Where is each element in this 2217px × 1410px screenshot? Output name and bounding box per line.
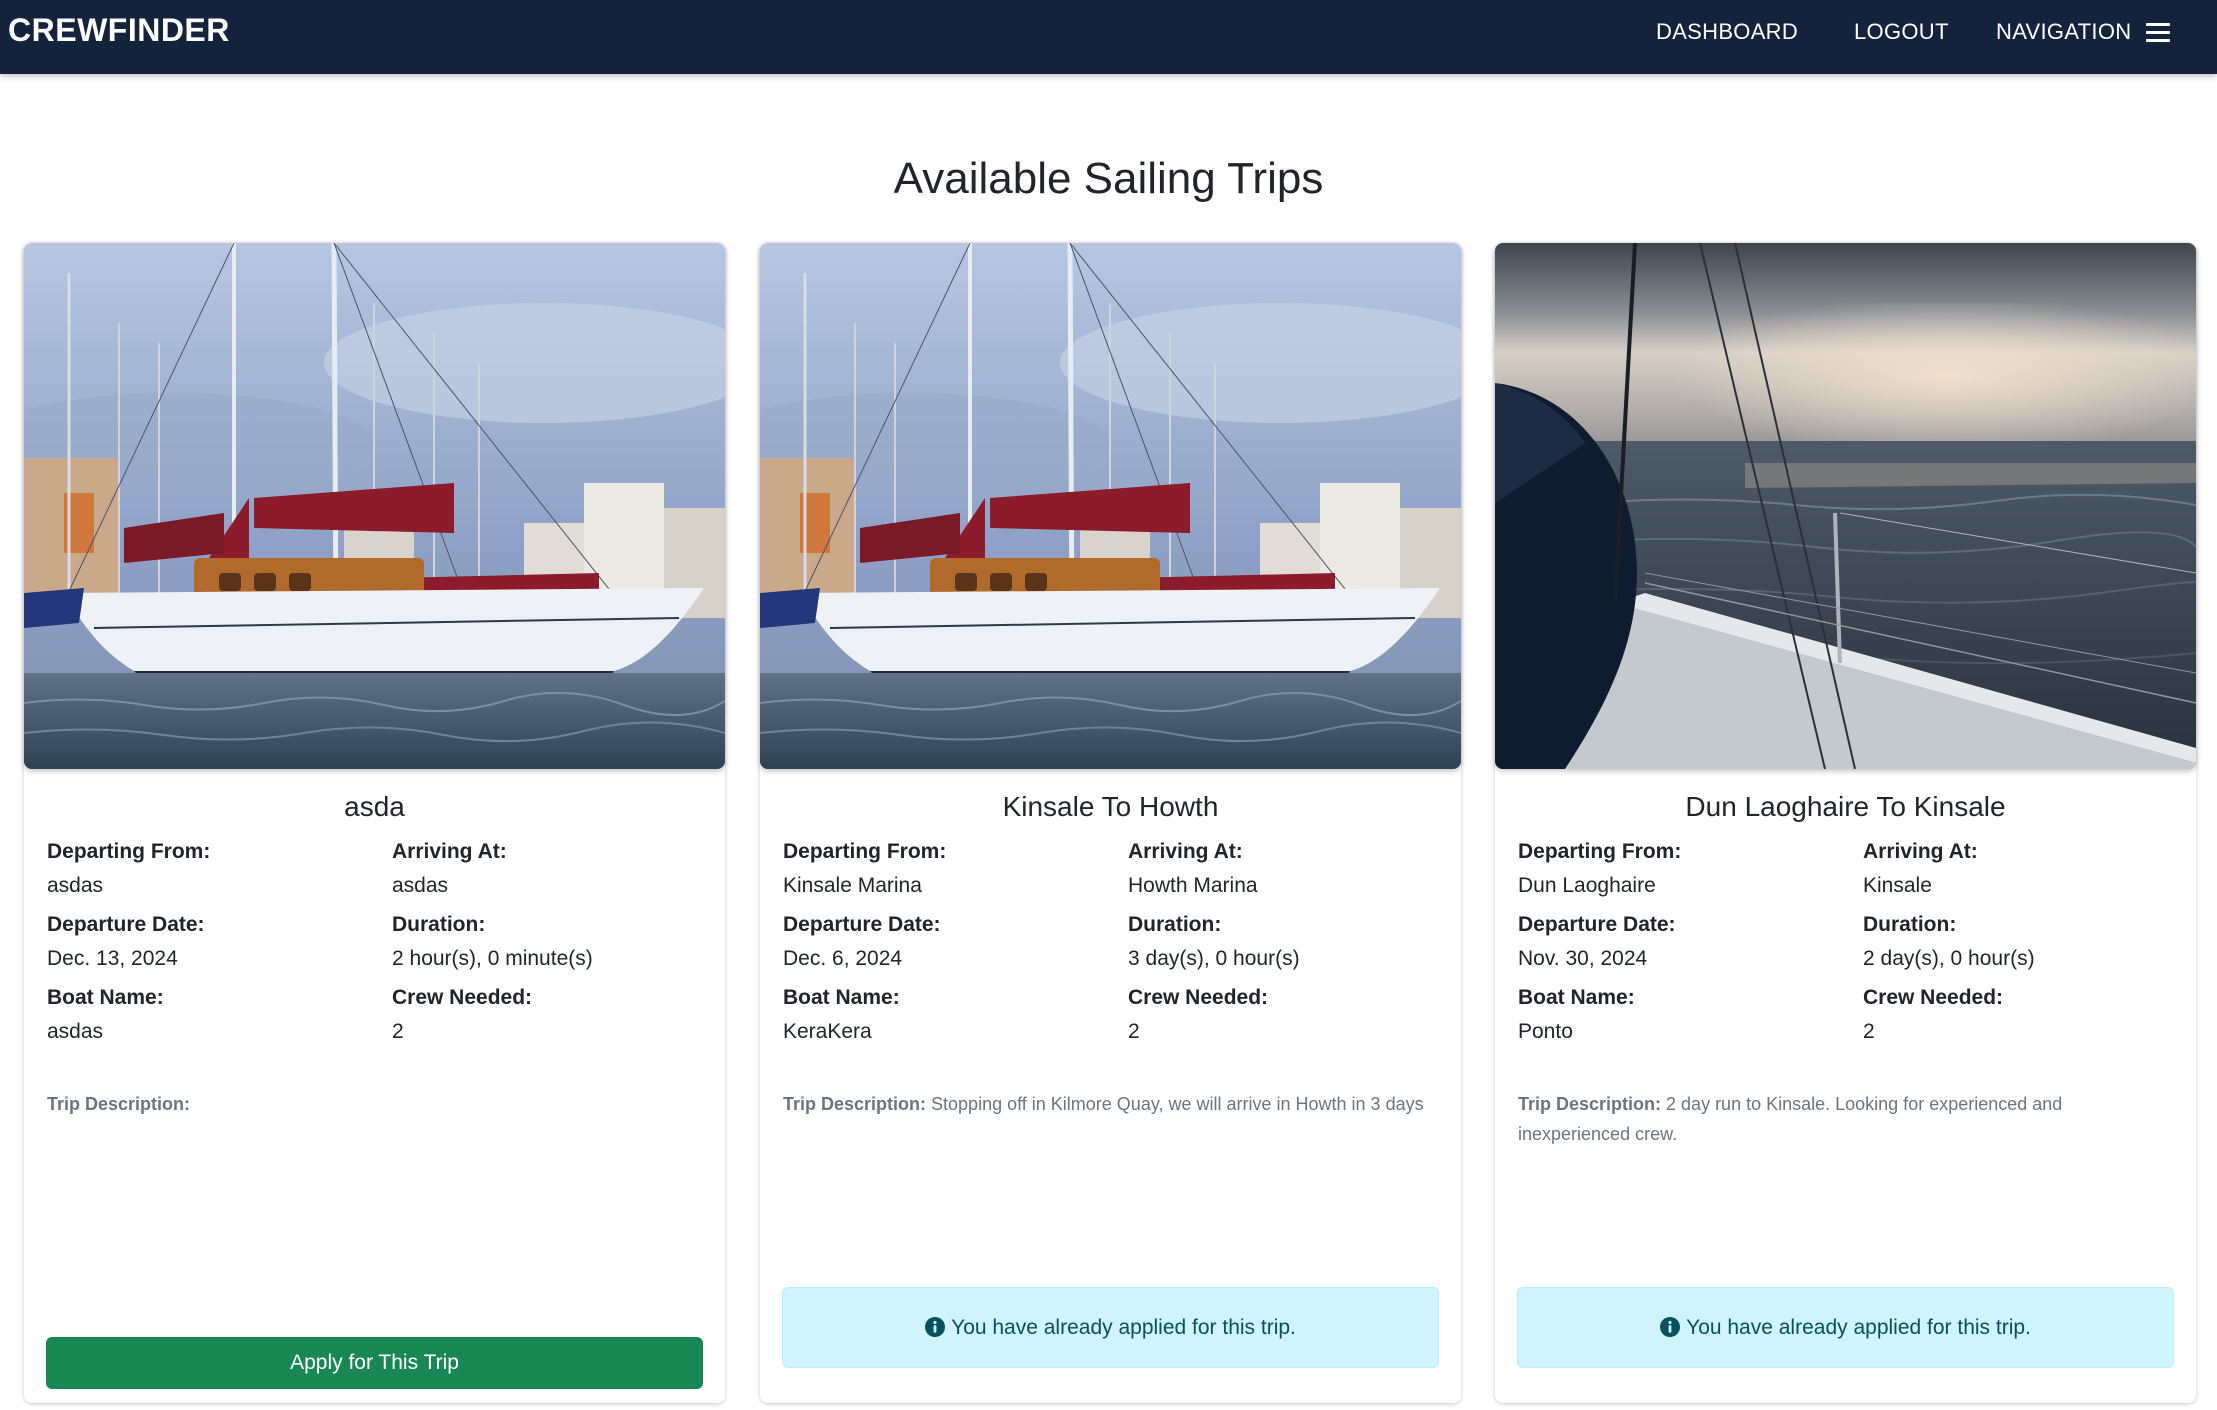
trip-title: Dun Laoghaire To Kinsale (1685, 791, 2006, 822)
info-circle-icon (1660, 1317, 1681, 1337)
apply-for-trip-button[interactable]: Apply for This Trip (46, 1337, 703, 1389)
trip-description-label: Trip Description: (1518, 1094, 1662, 1114)
crew-needed-value: 2 (1863, 1020, 1875, 1043)
trip-description: Trip Description: (47, 1089, 702, 1119)
already-applied-text: You have already applied for this trip. (1686, 1316, 2031, 1339)
crew-needed-label: Crew Needed: (1128, 986, 1269, 1009)
page-title: Available Sailing Trips (893, 154, 1324, 203)
departure-date-value: Nov. 30, 2024 (1518, 947, 1648, 970)
boat-name-label: Boat Name: (783, 986, 900, 1009)
crew-needed-label: Crew Needed: (392, 986, 533, 1009)
crew-needed-value: 2 (1128, 1020, 1140, 1043)
already-applied-alert: You have already applied for this trip. (782, 1287, 1439, 1368)
departure-date-value: Dec. 6, 2024 (783, 947, 903, 970)
duration-label: Duration: (1863, 913, 1957, 936)
sailboat-in-marina-photo (760, 243, 1461, 769)
trip-description-label: Trip Description: (47, 1094, 191, 1114)
already-applied-alert: You have already applied for this trip. (1517, 1287, 2174, 1368)
departure-date-label: Departure Date: (1518, 913, 1676, 936)
departing-from-value: Dun Laoghaire (1518, 874, 1656, 897)
trip-card: asda Departing From: asdas Arriving At: … (24, 243, 725, 1403)
nav-link-logout[interactable]: LOGOUT (1854, 19, 1949, 45)
trip-description-text: Stopping off in Kilmore Quay, we will ar… (931, 1094, 1424, 1114)
crew-needed-label: Crew Needed: (1863, 986, 2004, 1009)
arriving-at-label: Arriving At: (392, 840, 507, 863)
boat-name-value: KeraKera (783, 1020, 872, 1043)
departing-from-value: Kinsale Marina (783, 874, 922, 897)
arriving-at-value: Kinsale (1863, 874, 1932, 897)
trip-card: Kinsale To Howth Departing From: Kinsale… (760, 243, 1461, 1403)
trip-card: Dun Laoghaire To Kinsale Departing From:… (1495, 243, 2196, 1403)
hamburger-menu-icon[interactable] (2146, 23, 2170, 42)
brand-logo-link[interactable]: CREWFINDER (8, 12, 230, 49)
arriving-at-label: Arriving At: (1863, 840, 1978, 863)
duration-value: 3 day(s), 0 hour(s) (1128, 947, 1300, 970)
boat-name-value: asdas (47, 1020, 104, 1043)
nav-link-dashboard[interactable]: DASHBOARD (1656, 19, 1798, 45)
departing-from-label: Departing From: (47, 840, 211, 863)
duration-label: Duration: (1128, 913, 1222, 936)
already-applied-text: You have already applied for this trip. (951, 1316, 1296, 1339)
departing-from-label: Departing From: (1518, 840, 1682, 863)
arriving-at-value: asdas (392, 874, 449, 897)
trip-title: Kinsale To Howth (1002, 791, 1219, 822)
nav-link-navigation[interactable]: NAVIGATION (1996, 19, 2131, 45)
sailboat-in-marina-photo (24, 243, 725, 769)
trip-description: Trip Description: Stopping off in Kilmor… (783, 1089, 1438, 1119)
duration-value: 2 day(s), 0 hour(s) (1863, 947, 2035, 970)
trip-title: asda (344, 791, 405, 822)
info-circle-icon (925, 1317, 946, 1337)
trip-description: Trip Description: 2 day run to Kinsale. … (1518, 1089, 2173, 1149)
boat-name-label: Boat Name: (1518, 986, 1635, 1009)
duration-value: 2 hour(s), 0 minute(s) (392, 947, 593, 970)
departing-from-label: Departing From: (783, 840, 947, 863)
sailboat-deck-at-sea-photo (1495, 243, 2196, 769)
arriving-at-value: Howth Marina (1128, 874, 1258, 897)
trip-description-label: Trip Description: (783, 1094, 927, 1114)
crew-needed-value: 2 (392, 1020, 404, 1043)
duration-label: Duration: (392, 913, 486, 936)
departure-date-label: Departure Date: (47, 913, 205, 936)
departure-date-value: Dec. 13, 2024 (47, 947, 178, 970)
boat-name-value: Ponto (1518, 1020, 1573, 1043)
arriving-at-label: Arriving At: (1128, 840, 1243, 863)
boat-name-label: Boat Name: (47, 986, 164, 1009)
departure-date-label: Departure Date: (783, 913, 941, 936)
top-navbar: CREWFINDER DASHBOARD LOGOUT NAVIGATION (0, 0, 2217, 74)
departing-from-value: asdas (47, 874, 104, 897)
